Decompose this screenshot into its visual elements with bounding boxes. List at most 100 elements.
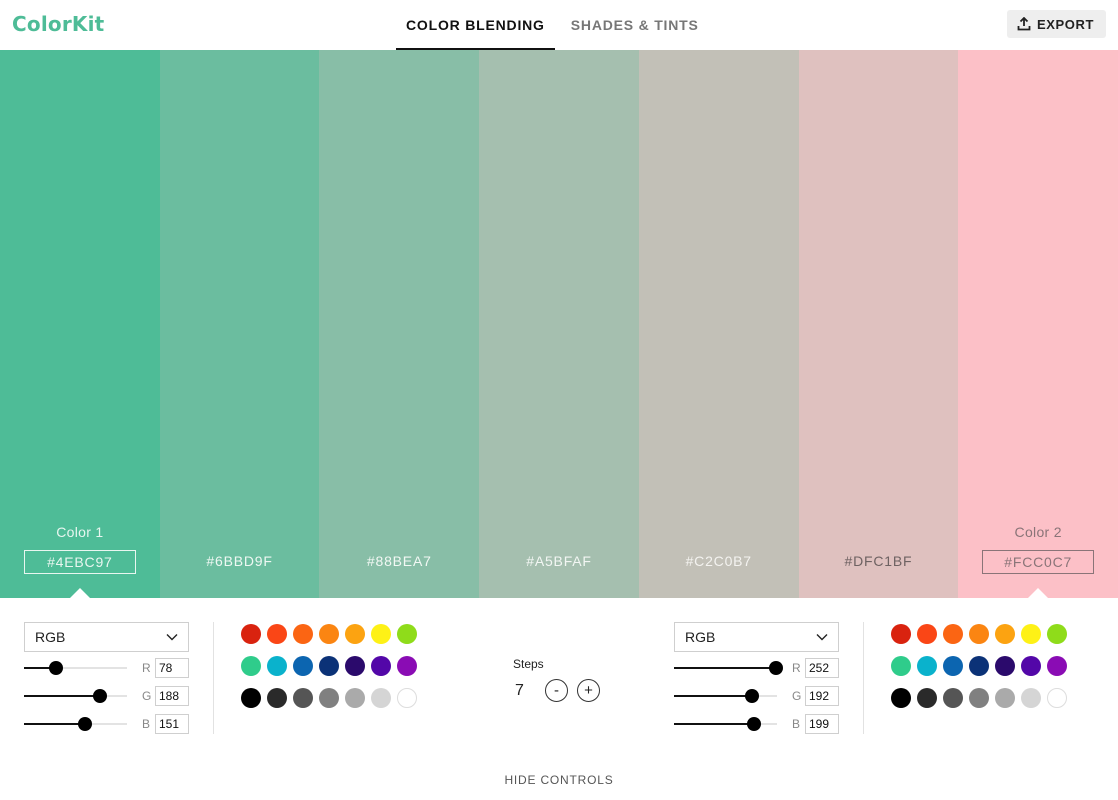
color2-r-input[interactable]: 252	[805, 658, 839, 678]
color-swatch[interactable]: Color 1 #4EBC97	[0, 50, 160, 598]
palette-color-dot[interactable]	[917, 688, 937, 708]
palette-color-dot[interactable]	[1047, 688, 1067, 708]
slider-knob[interactable]	[48, 661, 63, 675]
slider-knob[interactable]	[77, 717, 92, 731]
palette-color-dot[interactable]	[293, 624, 313, 644]
palette-color-dot[interactable]	[1047, 656, 1067, 676]
palette-color-dot[interactable]	[345, 624, 365, 644]
color1-slider-b[interactable]: B 151	[24, 712, 189, 736]
color1-b-input[interactable]: 151	[155, 714, 189, 734]
export-label: EXPORT	[1036, 16, 1094, 32]
palette-color-dot[interactable]	[293, 656, 313, 676]
palette-color-dot[interactable]	[241, 656, 261, 676]
slider-track[interactable]	[24, 723, 127, 725]
color2-slider-g[interactable]: G 192	[674, 684, 839, 708]
palette-color-dot[interactable]	[371, 656, 391, 676]
decrease-steps-button[interactable]: -	[545, 679, 568, 702]
palette-color-dot[interactable]	[917, 656, 937, 676]
increase-steps-button[interactable]: +	[577, 679, 600, 702]
palette-color-dot[interactable]	[943, 688, 963, 708]
selected-pointer	[1028, 588, 1049, 598]
palette-color-dot[interactable]	[319, 688, 339, 708]
palette-color-dot[interactable]	[241, 688, 261, 708]
palette-color-dot[interactable]	[969, 656, 989, 676]
slider-knob[interactable]	[92, 689, 107, 703]
palette-color-dot[interactable]	[397, 688, 417, 708]
color2-slider-r[interactable]: R 252	[674, 656, 839, 680]
slider-knob[interactable]	[768, 661, 783, 675]
swatch-color-name: Color 2	[1014, 524, 1062, 540]
palette-color-dot[interactable]	[943, 624, 963, 644]
palette-color-dot[interactable]	[1021, 688, 1041, 708]
palette-color-dot[interactable]	[995, 624, 1015, 644]
palette-color-dot[interactable]	[293, 688, 313, 708]
color1-slider-r[interactable]: R 78	[24, 656, 189, 680]
color2-b-input[interactable]: 199	[805, 714, 839, 734]
hide-controls-button[interactable]: HIDE CONTROLS	[504, 773, 613, 787]
palette-color-dot[interactable]	[969, 688, 989, 708]
palette-color-dot[interactable]	[943, 656, 963, 676]
divider	[863, 622, 864, 734]
chevron-down-icon	[816, 634, 828, 641]
swatch-hex-label: #88BEA7	[366, 553, 432, 569]
palette-color-dot[interactable]	[1047, 624, 1067, 644]
palette-color-dot[interactable]	[969, 624, 989, 644]
channel-label: R	[142, 661, 151, 675]
channel-label: B	[142, 717, 151, 731]
palette-color-dot[interactable]	[397, 656, 417, 676]
palette-color-dot[interactable]	[267, 688, 287, 708]
color2-slider-b[interactable]: B 199	[674, 712, 839, 736]
palette-color-dot[interactable]	[319, 656, 339, 676]
palette-color-dot[interactable]	[995, 656, 1015, 676]
color-swatch[interactable]: Color 2 #FCC0C7	[958, 50, 1118, 598]
channel-label: G	[142, 689, 152, 703]
tab-color-blending[interactable]: COLOR BLENDING	[396, 0, 555, 50]
swatch-hex-label: #C2C0B7	[685, 553, 752, 569]
mode-tabs: COLOR BLENDING SHADES & TINTS	[396, 0, 709, 50]
slider-track[interactable]	[674, 723, 777, 725]
palette-color-dot[interactable]	[917, 624, 937, 644]
logo[interactable]: ColorKit	[12, 12, 104, 36]
color-swatch[interactable]: #6BBD9F	[159, 50, 320, 598]
color-swatch[interactable]: #88BEA7	[319, 50, 480, 598]
color-swatch[interactable]: #DFC1BF	[798, 50, 959, 598]
color1-slider-g[interactable]: G 188	[24, 684, 189, 708]
color1-g-input[interactable]: 188	[155, 686, 189, 706]
palette-color-dot[interactable]	[371, 624, 391, 644]
slider-track[interactable]	[674, 667, 777, 669]
palette-color-dot[interactable]	[1021, 656, 1041, 676]
palette-color-dot[interactable]	[241, 624, 261, 644]
palette-color-dot[interactable]	[371, 688, 391, 708]
slider-track[interactable]	[24, 667, 127, 669]
color2-mode-value: RGB	[685, 629, 716, 645]
slider-knob[interactable]	[744, 689, 759, 703]
swatch-hex-input[interactable]: #FCC0C7	[982, 550, 1095, 574]
palette-color-dot[interactable]	[891, 656, 911, 676]
color2-g-input[interactable]: 192	[805, 686, 839, 706]
palette-color-dot[interactable]	[345, 688, 365, 708]
slider-track[interactable]	[674, 695, 777, 697]
app-header: ColorKit COLOR BLENDING SHADES & TINTS E…	[0, 0, 1118, 50]
controls-panel: RGB R 78 G 188 B 151 Steps 7 - + RGB R 2…	[0, 598, 1118, 800]
blend-swatches: Color 1 #4EBC97 #6BBD9F #88BEA7 #A5BFAF #C2C0…	[0, 50, 1118, 598]
channel-label: G	[792, 689, 802, 703]
color-swatch[interactable]: #C2C0B7	[638, 50, 799, 598]
palette-color-dot[interactable]	[345, 656, 365, 676]
color-swatch[interactable]: #A5BFAF	[479, 50, 639, 598]
palette-color-dot[interactable]	[397, 624, 417, 644]
palette-color-dot[interactable]	[267, 624, 287, 644]
palette-color-dot[interactable]	[891, 688, 911, 708]
color2-mode-select[interactable]: RGB	[674, 622, 839, 652]
export-button[interactable]: EXPORT	[1006, 10, 1106, 38]
color1-r-input[interactable]: 78	[155, 658, 189, 678]
palette-color-dot[interactable]	[267, 656, 287, 676]
tab-shades-tints[interactable]: SHADES & TINTS	[561, 0, 709, 50]
swatch-hex-input[interactable]: #4EBC97	[23, 550, 136, 574]
slider-knob[interactable]	[747, 717, 762, 731]
palette-color-dot[interactable]	[319, 624, 339, 644]
slider-track[interactable]	[24, 695, 127, 697]
palette-color-dot[interactable]	[891, 624, 911, 644]
color1-mode-select[interactable]: RGB	[24, 622, 189, 652]
palette-color-dot[interactable]	[1021, 624, 1041, 644]
palette-color-dot[interactable]	[995, 688, 1015, 708]
